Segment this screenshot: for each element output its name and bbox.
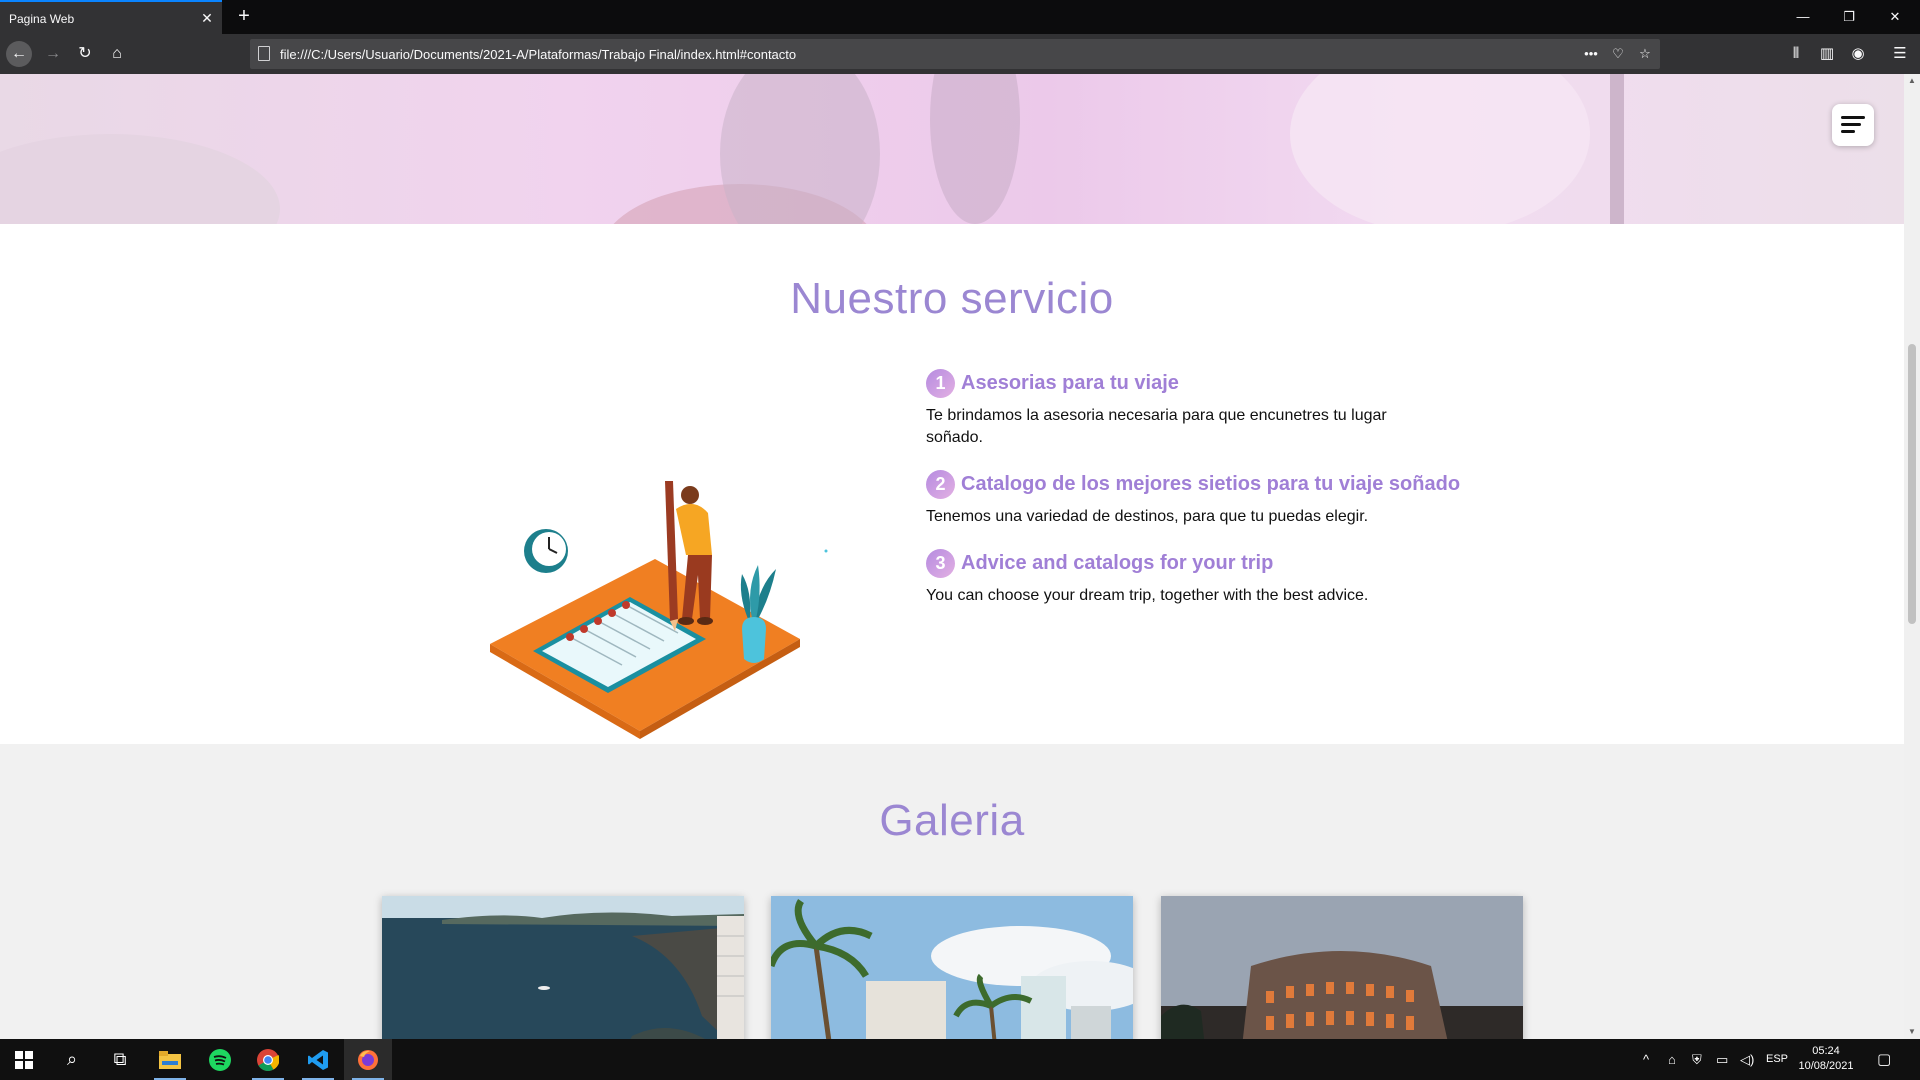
pocket-icon[interactable]: ♡ — [1607, 43, 1629, 65]
tab-bar: Pagina Web ✕ + — ❐ ✕ — [0, 0, 1920, 34]
gallery-photo-palms[interactable] — [771, 896, 1133, 1039]
task-view-icon[interactable]: ⧉ — [96, 1039, 144, 1080]
page-icon — [258, 46, 270, 61]
restore-icon[interactable]: ❐ — [1826, 0, 1872, 34]
library-icon[interactable]: ⫴ — [1783, 41, 1809, 67]
service-item-title: Advice and catalogs for your trip — [961, 552, 1274, 574]
tab-close-icon[interactable]: ✕ — [199, 10, 215, 26]
tab-title: Pagina Web — [9, 12, 75, 26]
windows-taskbar: ⌕ ⧉ ^ ⌂ ⛨ ▭ ◁) ESP 05:24 10/08/2021 ▢ — [0, 1039, 1920, 1080]
forward-icon[interactable]: → — [40, 41, 66, 67]
app-menu-icon[interactable]: ☰ — [1887, 41, 1913, 67]
url-bar[interactable]: file:///C:/Users/Usuario/Documents/2021-… — [250, 39, 1660, 69]
url-text[interactable]: file:///C:/Users/Usuario/Documents/2021-… — [280, 47, 796, 62]
close-window-icon[interactable]: ✕ — [1872, 0, 1918, 34]
service-item-description: Tenemos una variedad de destinos, para q… — [926, 508, 1369, 525]
service-item-title: Asesorias para tu viaje — [961, 372, 1179, 394]
gallery-title: Galeria — [879, 796, 1025, 845]
vscode-icon[interactable] — [294, 1039, 342, 1080]
gallery-section: Galeria — [0, 744, 1904, 1039]
service-title: Nuestro servicio — [790, 274, 1114, 323]
hero-banner-image — [0, 74, 1904, 224]
service-item-description: Te brindamos la asesoria necesaria para … — [926, 407, 1387, 446]
show-hidden-icons-icon[interactable]: ^ — [1643, 1039, 1649, 1080]
gallery-photo-coast[interactable] — [382, 896, 744, 1039]
account-icon[interactable]: ◉ — [1845, 41, 1871, 67]
file-explorer-icon[interactable] — [146, 1039, 194, 1080]
service-section: Nuestro servicio 1 Asesorias para tu via… — [0, 224, 1904, 744]
scroll-down-icon[interactable]: ▼ — [1904, 1025, 1920, 1039]
security-shield-icon[interactable]: ⛨ — [1692, 1039, 1702, 1080]
language-indicator[interactable]: ESP — [1766, 1039, 1788, 1080]
bookmark-star-icon[interactable]: ☆ — [1634, 43, 1656, 65]
minimize-icon[interactable]: — — [1780, 0, 1826, 34]
tab-pagina-web[interactable]: Pagina Web ✕ — [0, 0, 222, 34]
windows-start-icon[interactable] — [0, 1039, 48, 1080]
search-icon[interactable]: ⌕ — [48, 1039, 96, 1080]
sidebar-icon[interactable]: ▥ — [1814, 41, 1840, 67]
firefox-icon[interactable] — [344, 1039, 392, 1080]
gallery-photo-colosseum[interactable] — [1161, 896, 1523, 1039]
reload-icon[interactable]: ↻ — [72, 41, 98, 67]
service-number-badge: 2 — [926, 470, 955, 499]
new-tab-icon[interactable]: + — [232, 5, 256, 29]
meet-now-icon[interactable]: ⌂ — [1668, 1039, 1676, 1080]
service-number-badge: 1 — [926, 369, 955, 398]
clock-time: 05:24 — [1812, 1045, 1840, 1057]
vertical-scrollbar[interactable]: ▲ ▼ — [1904, 74, 1920, 1039]
volume-icon[interactable]: ◁) — [1740, 1039, 1754, 1080]
service-item-description: You can choose your dream trip, together… — [926, 587, 1369, 604]
service-number-badge: 3 — [926, 549, 955, 578]
clock-date: 10/08/2021 — [1798, 1060, 1854, 1072]
taskbar-clock[interactable]: 05:24 10/08/2021 — [1790, 1044, 1862, 1074]
menu-toggle-button[interactable] — [1832, 104, 1874, 146]
back-icon[interactable]: ← — [6, 41, 32, 67]
page-actions-icon[interactable]: ••• — [1580, 43, 1602, 65]
page-viewport: Nuestro servicio 1 Asesorias para tu via… — [0, 74, 1904, 1039]
network-icon[interactable]: ▭ — [1716, 1039, 1728, 1080]
scroll-up-icon[interactable]: ▲ — [1904, 74, 1920, 88]
scrollbar-thumb[interactable] — [1908, 344, 1916, 624]
checklist-illustration — [490, 481, 828, 739]
service-item-title: Catalogo de los mejores sietios para tu … — [961, 473, 1461, 495]
notifications-icon[interactable]: ▢ — [1877, 1039, 1891, 1080]
navigation-toolbar: ← → ↻ ⌂ file:///C:/Users/Usuario/Documen… — [0, 34, 1920, 74]
home-icon[interactable]: ⌂ — [104, 41, 130, 67]
spotify-icon[interactable] — [196, 1039, 244, 1080]
chrome-icon[interactable] — [244, 1039, 292, 1080]
